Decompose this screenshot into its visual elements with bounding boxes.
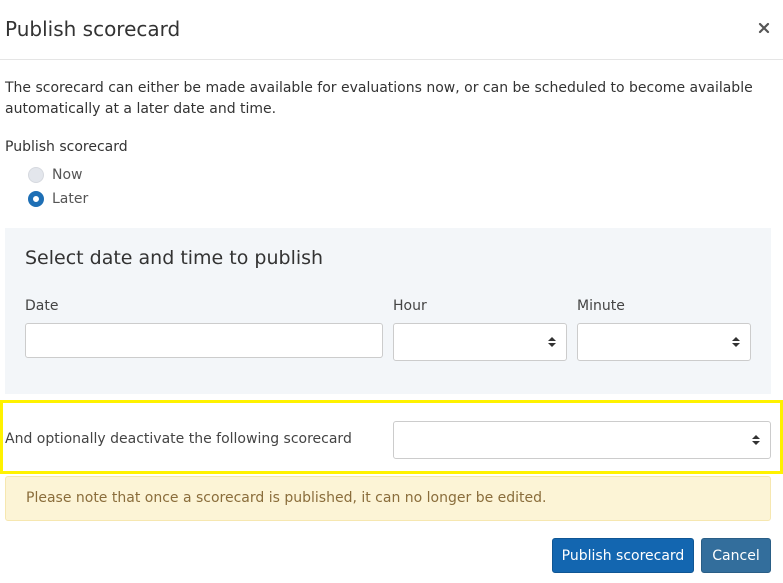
date-input[interactable] xyxy=(25,323,383,358)
warning-alert: Please note that once a scorecard is pub… xyxy=(5,476,771,521)
schedule-panel: Select date and time to publish Date Hou… xyxy=(5,228,771,394)
select-caret-icon xyxy=(548,337,556,347)
radio-now-label: Now xyxy=(52,167,83,183)
publish-button[interactable]: Publish scorecard xyxy=(552,538,694,573)
hour-label: Hour xyxy=(393,298,427,314)
radio-now[interactable]: Now xyxy=(28,167,83,183)
select-caret-icon xyxy=(752,435,760,445)
close-button[interactable] xyxy=(752,14,776,42)
schedule-title: Select date and time to publish xyxy=(25,247,324,269)
radio-now-button[interactable] xyxy=(28,167,44,183)
publish-label: Publish scorecard xyxy=(5,139,128,155)
deactivate-label: And optionally deactivate the following … xyxy=(5,431,352,447)
cancel-button[interactable]: Cancel xyxy=(701,538,771,573)
radio-later[interactable]: Later xyxy=(28,191,88,207)
select-caret-icon xyxy=(732,337,740,347)
deactivate-select[interactable] xyxy=(393,421,771,459)
radio-later-label: Later xyxy=(52,191,89,207)
dialog-header: Publish scorecard xyxy=(0,0,783,60)
minute-select[interactable] xyxy=(577,323,751,361)
close-icon xyxy=(758,19,770,38)
hour-select[interactable] xyxy=(393,323,567,361)
minute-label: Minute xyxy=(577,298,625,314)
dialog-title: Publish scorecard xyxy=(5,17,181,41)
date-label: Date xyxy=(25,298,59,314)
alert-text: Please note that once a scorecard is pub… xyxy=(26,490,547,506)
intro-text: The scorecard can either be made availab… xyxy=(5,80,753,117)
radio-later-button[interactable] xyxy=(28,191,44,207)
